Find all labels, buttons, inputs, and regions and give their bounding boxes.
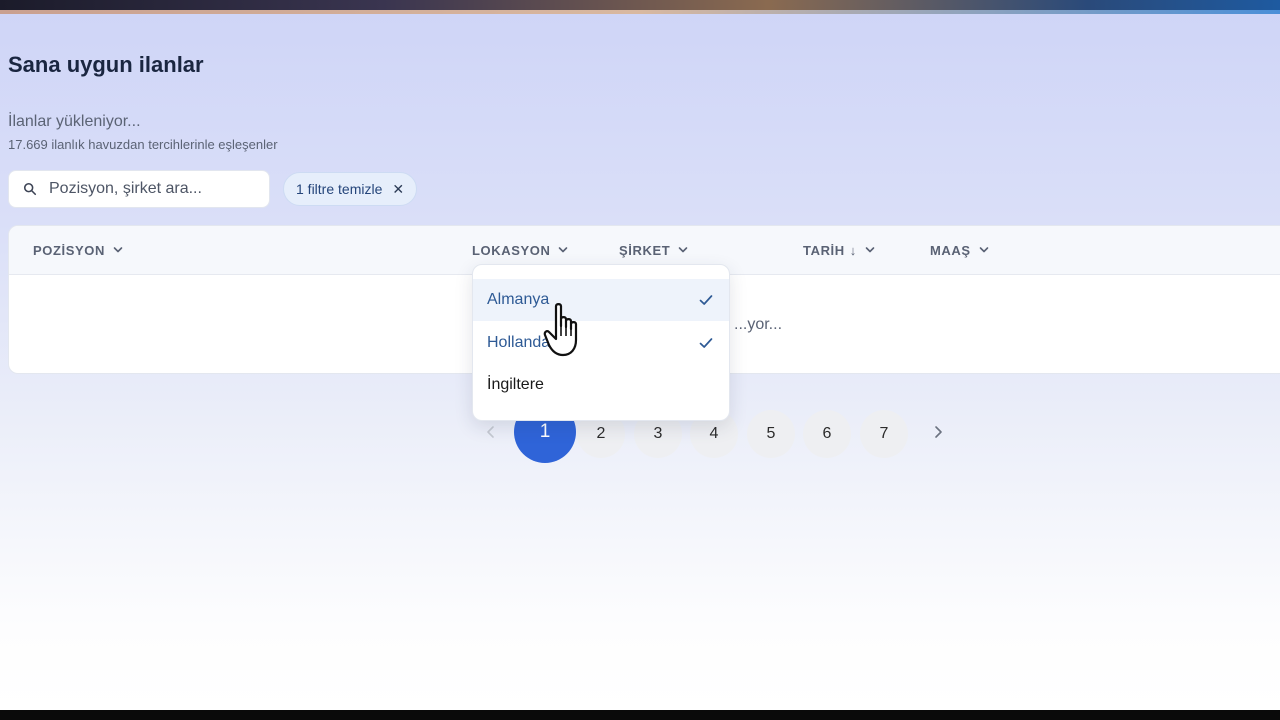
next-page-button[interactable]: [930, 424, 946, 440]
page-button-6[interactable]: 6: [803, 410, 851, 458]
column-label: ŞİRKET: [619, 242, 671, 258]
sort-down-icon: ↓: [849, 242, 857, 258]
page-title: Sana uygun ilanlar: [8, 52, 204, 77]
prev-page-button[interactable]: [483, 424, 499, 440]
chevron-down-icon: [678, 247, 688, 253]
check-icon: [699, 338, 713, 348]
close-icon[interactable]: ✕: [392, 181, 404, 198]
result-count: 17.669 ilanlık havuzdan tercihlerinle eş…: [8, 137, 278, 152]
column-label: LOKASYON: [472, 242, 551, 258]
column-header-tarih[interactable]: TARİH ↓: [803, 226, 875, 274]
column-label: POZİSYON: [33, 242, 105, 258]
clear-filter-chip[interactable]: 1 filtre temizle ✕: [283, 172, 418, 206]
chevron-down-icon: [559, 247, 568, 253]
column-label: TARİH: [803, 242, 845, 258]
chevron-right-icon: [935, 426, 942, 438]
clear-filter-label: 1 filtre temizle: [296, 181, 383, 197]
option-label: Hollanda: [487, 334, 551, 351]
search-input[interactable]: [47, 179, 251, 199]
browser-top-strip: [0, 0, 1280, 14]
chevron-down-icon: [979, 247, 988, 253]
column-header-maas[interactable]: MAAŞ: [930, 226, 989, 274]
dropdown-option-ingiltere[interactable]: İngiltere: [473, 364, 729, 406]
page-button-7[interactable]: 7: [860, 410, 908, 458]
search-box[interactable]: [8, 170, 270, 208]
chevron-left-icon: [487, 426, 494, 438]
page: Sana uygun ilanlar İlanlar yükleniyor...…: [0, 14, 1280, 710]
chevron-down-icon: [113, 247, 123, 253]
table-loading-text: ...yor...: [734, 316, 783, 333]
column-label: MAAŞ: [930, 242, 971, 258]
column-header-pozisyon[interactable]: POZİSYON: [33, 226, 123, 274]
hand-pointer-icon: [543, 303, 578, 357]
location-filter-dropdown: Almanya Hollanda İngiltere: [472, 264, 730, 421]
dropdown-option-hollanda[interactable]: Hollanda: [473, 322, 729, 364]
page-button-5[interactable]: 5: [747, 410, 795, 458]
bottom-strip: [0, 710, 1280, 720]
loading-status: İlanlar yükleniyor...: [8, 113, 141, 130]
dropdown-option-almanya[interactable]: Almanya: [473, 279, 729, 321]
option-label: Almanya: [487, 291, 550, 308]
option-label: İngiltere: [487, 376, 544, 393]
search-icon: [23, 182, 37, 196]
check-icon: [699, 295, 713, 305]
chevron-down-icon: [865, 247, 875, 253]
